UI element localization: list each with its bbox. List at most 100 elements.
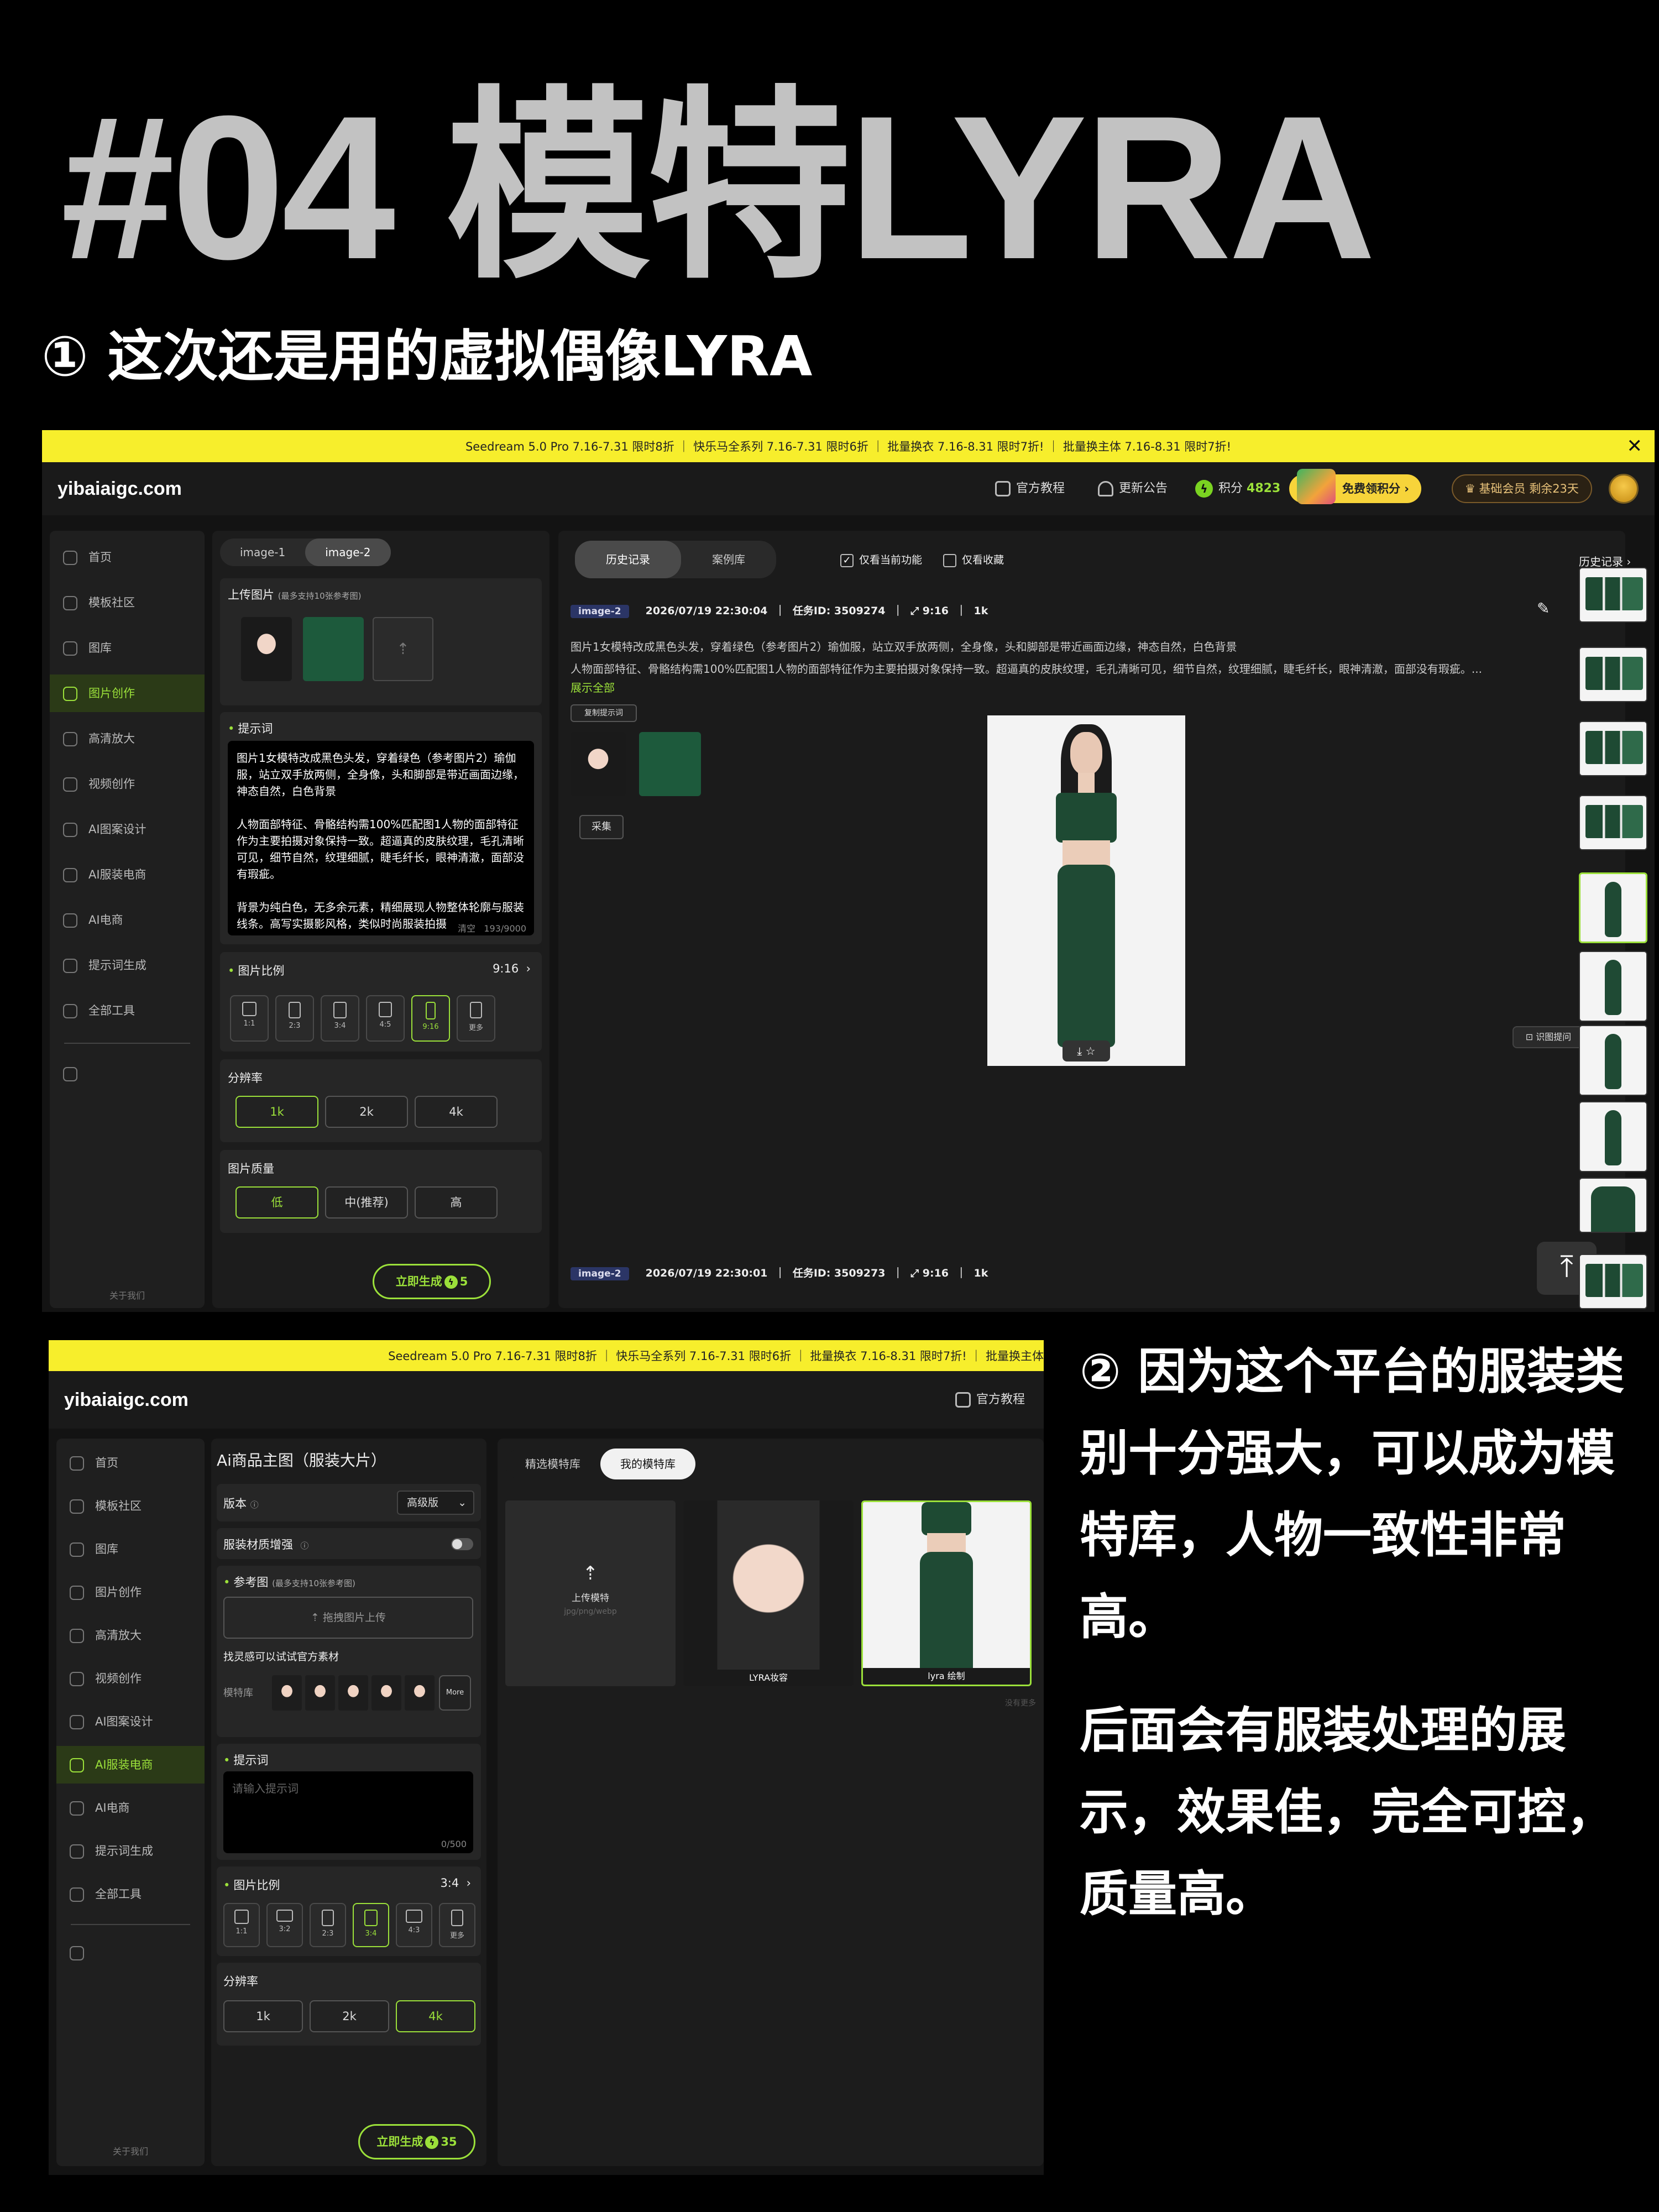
history-thumb-9[interactable] (1579, 1178, 1647, 1233)
points-display[interactable]: ϟ 积分 4823 (1195, 462, 1280, 515)
sidebar-item-5[interactable]: 高清放大 (56, 1617, 205, 1654)
generate-button[interactable]: 立即生成 ϟ 5 (373, 1264, 491, 1299)
ratio-option-4[interactable]: 4:5 (366, 995, 405, 1042)
history-thumb-5[interactable] (1579, 872, 1647, 943)
tab-image-2[interactable]: image-2 (305, 538, 391, 566)
sidebar-item-11[interactable]: 全部工具 (56, 1875, 205, 1913)
ratio-option-3[interactable]: 3:4 (321, 995, 359, 1042)
sidebar-item-11[interactable]: 全部工具 (50, 992, 205, 1029)
quality-option-1[interactable]: 低 (235, 1186, 318, 1219)
avatar[interactable] (1609, 474, 1639, 504)
prompt-input-2[interactable]: 请输入提示词 (223, 1771, 473, 1853)
tutorial-link-2[interactable]: 官方教程 (955, 1371, 1025, 1429)
material-toggle[interactable] (451, 1538, 473, 1550)
model-thumb-1[interactable] (272, 1675, 302, 1711)
generated-image[interactable]: ⤓ ☆ (987, 715, 1185, 1066)
sidebar-collapse-2[interactable] (56, 1934, 205, 1972)
history-thumb-4[interactable] (1579, 795, 1647, 850)
sidebar-item-3[interactable]: 图库 (56, 1530, 205, 1568)
tutorial-link[interactable]: 官方教程 (995, 462, 1065, 515)
history-thumb-3[interactable] (1579, 721, 1647, 776)
image-tools[interactable]: ⤓ ☆ (1063, 1040, 1110, 1061)
history-thumb-1[interactable] (1579, 567, 1647, 623)
sidebar-item-2[interactable]: 模板社区 (56, 1487, 205, 1525)
generate-button-2[interactable]: 立即生成 ϟ 35 (358, 2124, 475, 2159)
ratio-option-2[interactable]: 2:3 (275, 995, 314, 1042)
model-thumb-3[interactable] (338, 1675, 368, 1711)
sidebar-item-5[interactable]: 高清放大 (50, 720, 205, 757)
upload-plus-button[interactable]: ⇡ (373, 617, 433, 681)
record-ref-fabric[interactable] (639, 732, 701, 796)
promo-banner-2[interactable]: Seedream 5.0 Pro 7.16-7.31 限时8折 ｜ 快乐马全系列… (49, 1340, 1044, 1371)
res-option-1[interactable]: 1k (223, 2000, 303, 2032)
notice-link[interactable]: 更新公告 (1098, 462, 1168, 515)
history-thumb-8[interactable] (1579, 1101, 1647, 1172)
model-thumb-5[interactable] (405, 1675, 435, 1711)
sidebar-item-2[interactable]: 模板社区 (50, 584, 205, 621)
library-card-lyra-makeup[interactable]: LYRA妆容 (683, 1500, 854, 1686)
model-thumb-2[interactable] (305, 1675, 335, 1711)
upload-model-card[interactable]: ⇡ 上传模特 jpg/png/webp (505, 1500, 676, 1686)
record-ref-face[interactable] (571, 732, 626, 796)
ratio-value-2[interactable]: 3:4 › (440, 1876, 471, 1890)
tab-history[interactable]: 历史记录 (575, 541, 681, 578)
about-link[interactable]: 关于我们 (50, 1288, 205, 1301)
sidebar-item-7[interactable]: AI图案设计 (50, 810, 205, 848)
tab-image-1[interactable]: image-1 (220, 538, 305, 566)
expand-link[interactable]: 展示全部 (571, 679, 615, 695)
site-logo-2[interactable]: yibaiaigc.com (64, 1371, 189, 1429)
res-option-1[interactable]: 1k (235, 1096, 318, 1128)
quality-option-3[interactable]: 高 (415, 1186, 498, 1219)
sidebar-item-7[interactable]: AI图案设计 (56, 1703, 205, 1740)
ratio-option-4[interactable]: 3:4 (353, 1903, 389, 1947)
reference-image-face[interactable] (241, 617, 292, 681)
edit-icon[interactable]: ✎ (1537, 599, 1550, 618)
res-option-3[interactable]: 4k (396, 2000, 475, 2032)
library-card-lyra-drawing[interactable]: lyra 绘制 (861, 1500, 1032, 1686)
ratio-option-5[interactable]: 9:16 (411, 995, 450, 1042)
tab-curated-models[interactable]: 精选模特库 (505, 1448, 600, 1479)
tab-my-models[interactable]: 我的模特库 (600, 1448, 695, 1479)
sidebar-item-8[interactable]: AI服装电商 (56, 1746, 205, 1784)
filter-current[interactable]: ✓ 仅看当前功能 (840, 552, 922, 567)
prompt-textarea[interactable]: 图片1女模特改成黑色头发，穿着绿色（参考图片2）瑜伽服，站立双手放两侧，全身像，… (228, 741, 534, 935)
copy-prompt-button[interactable]: 复制提示词 (571, 704, 637, 722)
clear-button[interactable]: 清空 (458, 923, 475, 934)
collect-button[interactable]: 采集 (579, 815, 624, 839)
ratio-option-5[interactable]: 4:3 (396, 1903, 432, 1947)
sidebar-item-3[interactable]: 图库 (50, 629, 205, 667)
reference-image-fabric[interactable] (303, 617, 364, 681)
res-option-2[interactable]: 2k (325, 1096, 408, 1128)
sidebar-item-4[interactable]: 图片创作 (56, 1573, 205, 1611)
ratio-option-3[interactable]: 2:3 (310, 1903, 346, 1947)
history-strip-title[interactable]: 历史记录 › (1579, 553, 1631, 569)
res-option-3[interactable]: 4k (415, 1096, 498, 1128)
sidebar-item-9[interactable]: AI电商 (56, 1789, 205, 1827)
site-logo[interactable]: yibaiaigc.com (57, 462, 182, 515)
close-icon[interactable]: ✕ (1627, 436, 1643, 457)
history-thumb-6[interactable] (1579, 951, 1647, 1022)
history-thumb-10[interactable] (1579, 1254, 1647, 1309)
ratio-option-6[interactable]: 更多 (439, 1903, 475, 1947)
more-models-button[interactable]: More (439, 1675, 471, 1711)
promo-banner[interactable]: Seedream 5.0 Pro 7.16-7.31 限时8折 ｜ 快乐马全系列… (42, 430, 1655, 462)
res-option-2[interactable]: 2k (310, 2000, 389, 2032)
sidebar-collapse[interactable] (50, 1055, 205, 1092)
version-select[interactable]: 高级版 ⌄ (397, 1491, 474, 1515)
ratio-value[interactable]: 9:16 › (493, 962, 531, 975)
sidebar-item-10[interactable]: 提示词生成 (56, 1832, 205, 1870)
ratio-option-1[interactable]: 1:1 (223, 1903, 260, 1947)
sidebar-item-8[interactable]: AI服装电商 (50, 856, 205, 893)
reverse-prompt-button[interactable]: ⊡ 识图提问 (1513, 1026, 1584, 1048)
sidebar-item-10[interactable]: 提示词生成 (50, 946, 205, 984)
about-link-2[interactable]: 关于我们 (56, 2144, 205, 2157)
vip-badge[interactable]: ♛ 基础会员 剩余23天 (1452, 474, 1592, 503)
sidebar-item-6[interactable]: 视频创作 (56, 1660, 205, 1697)
sidebar-item-4[interactable]: 图片创作 (50, 674, 205, 712)
sidebar-item-1[interactable]: 首页 (50, 538, 205, 576)
ratio-option-1[interactable]: 1:1 (230, 995, 269, 1042)
sidebar-item-9[interactable]: AI电商 (50, 901, 205, 939)
model-thumb-4[interactable] (371, 1675, 401, 1711)
drag-upload-button[interactable]: ⇡ 拖拽图片上传 (223, 1597, 473, 1639)
quality-option-2[interactable]: 中(推荐) (325, 1186, 408, 1219)
